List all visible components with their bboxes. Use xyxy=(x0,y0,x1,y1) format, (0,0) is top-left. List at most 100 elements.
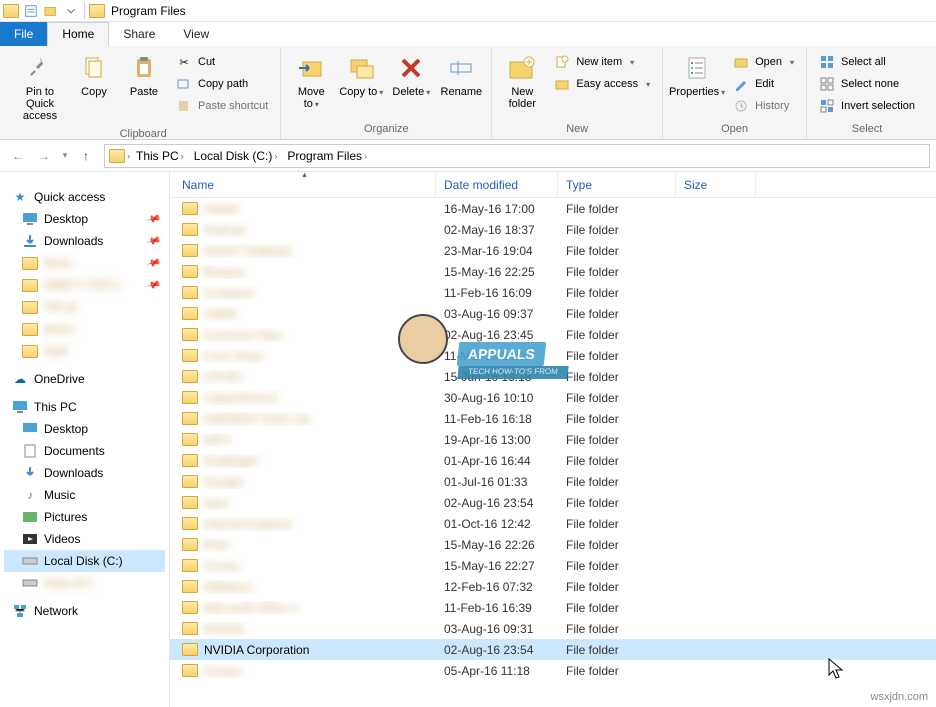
navigation-tree[interactable]: ★Quick access Desktop📌 Downloads📌 Work📌 … xyxy=(0,172,170,707)
delete-button[interactable]: Delete▾ xyxy=(387,48,435,102)
edit-button[interactable]: Edit xyxy=(727,74,800,94)
paste-shortcut-button[interactable]: Paste shortcut xyxy=(170,96,274,116)
file-explorer-icon[interactable] xyxy=(2,2,20,20)
column-name[interactable]: Name▴ xyxy=(170,172,436,197)
clipboard-group-label: Clipboard xyxy=(12,126,274,144)
file-date: 15-May-16 22:27 xyxy=(436,559,558,573)
window-title: Program Files xyxy=(111,4,186,18)
new-item-button[interactable]: New item▾ xyxy=(548,52,656,72)
copy-path-button[interactable]: Copy path xyxy=(170,74,274,94)
column-type[interactable]: Type xyxy=(558,172,676,197)
select-all-icon xyxy=(819,54,835,70)
tree-downloads-pinned[interactable]: Downloads📌 xyxy=(4,230,165,252)
file-row[interactable]: KMSpico12-Feb-16 07:32File folder xyxy=(170,576,936,597)
file-type: File folder xyxy=(558,265,676,279)
tab-home[interactable]: Home xyxy=(47,22,109,46)
tab-view[interactable]: View xyxy=(169,22,223,46)
file-row[interactable]: Common Files02-Aug-16 23:45File folder xyxy=(170,324,936,345)
move-to-button[interactable]: Move to▾ xyxy=(287,48,335,114)
tab-share[interactable]: Share xyxy=(109,22,169,46)
easy-access-button[interactable]: Easy access▾ xyxy=(548,74,656,94)
file-row[interactable]: Microsoft Office 111-Feb-16 16:39File fo… xyxy=(170,597,936,618)
tree-music[interactable]: ♪Music xyxy=(4,484,165,506)
history-icon xyxy=(733,98,749,114)
tab-file[interactable]: File xyxy=(0,22,47,46)
paste-button[interactable]: Paste xyxy=(120,48,168,102)
tree-videos[interactable]: Videos xyxy=(4,528,165,550)
back-button[interactable]: ← xyxy=(6,144,30,168)
folder-icon xyxy=(182,307,198,320)
tree-desktop[interactable]: Desktop xyxy=(4,418,165,440)
file-row[interactable]: DIFX19-Apr-16 13:00File folder xyxy=(170,429,936,450)
tree-desktop-pinned[interactable]: Desktop📌 xyxy=(4,208,165,230)
tree-downloads[interactable]: Downloads xyxy=(4,462,165,484)
file-date: 01-Jul-16 01:33 xyxy=(436,475,558,489)
file-row[interactable]: Bonjour15-May-16 22:25File folder xyxy=(170,261,936,282)
file-row[interactable]: Core Temp11-Mar-16 13:01File folder xyxy=(170,345,936,366)
column-date[interactable]: Date modified xyxy=(436,172,558,197)
column-size[interactable]: Size xyxy=(676,172,756,197)
forward-button[interactable]: → xyxy=(32,144,56,168)
open-button[interactable]: Open▾ xyxy=(727,52,800,72)
crumb-this-pc[interactable]: This PC› xyxy=(132,145,188,167)
file-row[interactable]: Internet Explorer01-Oct-16 12:42File fol… xyxy=(170,513,936,534)
file-row[interactable]: CyberGhost 530-Aug-16 10:10File folder xyxy=(170,387,936,408)
tree-local-disk[interactable]: Local Disk (C:) xyxy=(4,550,165,572)
tree-pinned-1[interactable]: Work📌 xyxy=(4,252,165,274)
file-row[interactable]: Intel02-Aug-16 23:54File folder xyxy=(170,492,936,513)
tree-documents[interactable]: Documents xyxy=(4,440,165,462)
address-bar[interactable]: › This PC› Local Disk (C:)› Program File… xyxy=(104,144,930,168)
file-row[interactable]: CCleaner11-Feb-16 16:09File folder xyxy=(170,282,936,303)
select-none-button[interactable]: Select none xyxy=(813,74,921,94)
file-row[interactable]: CMAK03-Aug-16 09:37File folder xyxy=(170,303,936,324)
file-row[interactable]: iPod15-May-16 22:26File folder xyxy=(170,534,936,555)
rename-button[interactable]: Rename xyxy=(437,48,485,102)
file-row[interactable]: Adobe16-May-16 17:00File folder xyxy=(170,198,936,219)
tree-network[interactable]: Network xyxy=(4,600,165,622)
tree-extra-drive[interactable]: Data (D:) xyxy=(4,572,165,594)
tree-pinned-3[interactable]: Tiff ed xyxy=(4,296,165,318)
file-type: File folder xyxy=(558,643,676,657)
folder-icon xyxy=(182,580,198,593)
cut-label: Cut xyxy=(198,56,215,68)
tree-this-pc[interactable]: This PC xyxy=(4,396,165,418)
file-date: 02-Aug-16 23:54 xyxy=(436,496,558,510)
tree-pinned-2[interactable]: ABBYY PDFU📌 xyxy=(4,274,165,296)
cut-button[interactable]: ✂Cut xyxy=(170,52,274,72)
file-row[interactable]: DraftSight01-Apr-16 16:44File folder xyxy=(170,450,936,471)
folder-icon xyxy=(182,286,198,299)
copy-button[interactable]: Copy xyxy=(70,48,118,102)
file-row[interactable]: DAEMON Tools Lite11-Feb-16 16:18File fol… xyxy=(170,408,936,429)
recent-locations-button[interactable]: ▾ xyxy=(58,144,72,168)
invert-selection-button[interactable]: Invert selection xyxy=(813,96,921,116)
file-row[interactable]: CPUID15-Jun-16 13:13File folder xyxy=(170,366,936,387)
new-folder-button[interactable]: New folder xyxy=(498,48,546,114)
pin-to-quick-access-button[interactable]: Pin to Quick access xyxy=(12,48,68,126)
properties-qat-icon[interactable] xyxy=(22,2,40,20)
file-row[interactable]: AVAST Software23-Mar-16 19:04File folder xyxy=(170,240,936,261)
file-row[interactable]: Android02-May-16 18:37File folder xyxy=(170,219,936,240)
properties-button[interactable]: Properties▾ xyxy=(669,48,725,102)
crumb-local-disk[interactable]: Local Disk (C:)› xyxy=(190,145,282,167)
up-button[interactable]: ↑ xyxy=(74,144,98,168)
file-type: File folder xyxy=(558,664,676,678)
crumb-program-files[interactable]: Program Files› xyxy=(283,145,371,167)
file-date: 02-May-16 18:37 xyxy=(436,223,558,237)
new-folder-qat-icon[interactable] xyxy=(42,2,60,20)
file-row[interactable]: NVIDIA Corporation02-Aug-16 23:54File fo… xyxy=(170,639,936,660)
file-row[interactable]: iTunes15-May-16 22:27File folder xyxy=(170,555,936,576)
tree-quick-access[interactable]: ★Quick access xyxy=(4,186,165,208)
tree-pictures[interactable]: Pictures xyxy=(4,506,165,528)
history-button[interactable]: History xyxy=(727,96,800,116)
file-row[interactable]: Oculus05-Apr-16 11:18File folder xyxy=(170,660,936,681)
file-row[interactable]: Google01-Jul-16 01:33File folder xyxy=(170,471,936,492)
copy-to-button[interactable]: Copy to▾ xyxy=(337,48,385,102)
file-row[interactable]: NVIDIA03-Aug-16 09:31File folder xyxy=(170,618,936,639)
select-all-button[interactable]: Select all xyxy=(813,52,921,72)
tree-onedrive[interactable]: ☁OneDrive xyxy=(4,368,165,390)
folder-icon xyxy=(182,475,198,488)
documents-icon xyxy=(22,443,38,459)
tree-pinned-4[interactable]: demo xyxy=(4,318,165,340)
tree-pinned-5[interactable]: Split xyxy=(4,340,165,362)
qat-dropdown-icon[interactable] xyxy=(62,2,80,20)
